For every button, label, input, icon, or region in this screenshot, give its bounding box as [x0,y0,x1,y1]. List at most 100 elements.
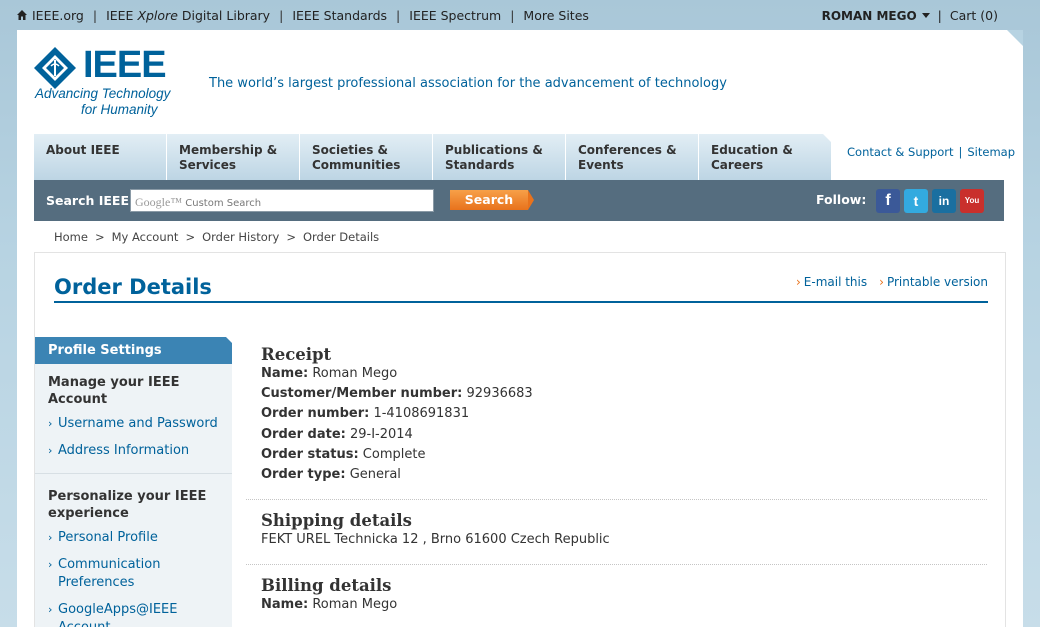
nav-tab-conferences[interactable]: Conferences & Events [566,134,698,180]
breadcrumb-current: Order Details [302,230,380,244]
sidebar-item-label[interactable]: Username and Password [58,416,218,431]
cart-link[interactable]: Cart (0) [950,8,998,23]
search-button[interactable]: Search [450,190,528,210]
sidebar-heading-label: Profile Settings [48,343,162,358]
breadcrumb-order-history[interactable]: Order History [202,230,279,244]
facebook-icon[interactable]: f [876,189,900,213]
field-value: General [349,467,401,483]
sidebar-item-label[interactable]: Address Information [58,443,189,458]
separator: | [279,8,284,23]
search-placeholder: Custom Search [185,198,262,209]
billing-row-name: Name: Roman Mego [261,595,987,615]
top-link-xplore[interactable]: IEEE Xplore Digital Library [106,8,270,23]
top-link-spectrum[interactable]: IEEE Spectrum [409,8,501,23]
tab-corner [823,134,831,142]
nav-tab-education[interactable]: Education & Careers [699,134,831,180]
field-value: Roman Mego [312,597,398,613]
top-link-more-sites[interactable]: More Sites [523,8,588,23]
sidebar-item-googleapps[interactable]: › GoogleApps@IEEE Account [35,601,232,627]
field-value: 92936683 [466,386,533,402]
search-button-arrow [528,190,534,210]
receipt-row-order-type: Order type: General [261,465,987,485]
separator: | [958,145,963,159]
sidebar-divider [35,473,232,474]
receipt-row-name: Name: Roman Mego [261,364,987,384]
separator: | [396,8,401,23]
nav-tab-label: Communities [312,158,401,172]
field-label: Order number: [261,406,370,422]
sitemap-link[interactable]: Sitemap [967,145,1015,159]
nav-tab-label: Events [578,158,624,172]
sidebar-item-address[interactable]: › Address Information [35,442,232,460]
breadcrumb-my-account[interactable]: My Account [112,230,179,244]
top-link-standards[interactable]: IEEE Standards [292,8,387,23]
youtube-icon[interactable]: You Tube [960,189,984,229]
shipping-heading: Shipping details [261,511,412,531]
sidebar-item-username-password[interactable]: › Username and Password [35,415,232,433]
user-name[interactable]: ROMAN MEGO [822,9,917,23]
xplore-word[interactable]: Xplore [137,8,177,23]
twitter-icon[interactable]: t [904,189,928,213]
top-link-xplore-label[interactable]: IEEE Xplore Digital Library [106,8,270,23]
caret-down-icon[interactable] [921,12,930,18]
content-panel: Order Details › E-mail this › Printable ver… [34,252,1006,627]
search-input[interactable]: Google™ Custom Search [130,189,434,212]
sidebar-item-label[interactable]: Personal Profile [58,530,158,545]
breadcrumb-separator: > [185,230,196,244]
sidebar-item-communication[interactable]: › Communication Preferences [35,556,232,592]
field-label: Order type: [261,467,346,483]
sidebar-section-title: Manage your IEEE Account [48,375,180,407]
chevron-right-icon: › [48,558,53,571]
sidebar-item-personal-profile[interactable]: › Personal Profile [35,529,232,547]
linkedin-icon[interactable]: in [932,189,956,213]
nav-tab-label: Publications & [445,143,543,157]
search-label: Search IEEE [46,193,130,208]
section-divider [246,499,987,501]
chevron-right-icon: › [795,275,801,289]
home-icon[interactable] [16,9,28,21]
page-title: Order Details [54,275,212,299]
nav-tab-label: Education & [711,143,793,157]
nav-tab-label: Membership & [179,143,278,157]
google-logo: Google™ [135,195,183,209]
nav-tab-membership[interactable]: Membership & Services [167,134,299,180]
field-label: Order status: [261,446,359,462]
breadcrumb-home[interactable]: Home [54,230,88,244]
nav-tab-publications[interactable]: Publications & Standards [433,134,565,180]
section-divider [246,564,987,566]
sidebar-item-label[interactable]: Communication Preferences [58,557,160,590]
printable-version-link[interactable]: Printable version [887,275,988,289]
field-value: Roman Mego [312,366,398,381]
sidebar-item-label[interactable]: GoogleApps@IEEE Account [58,602,178,627]
chevron-right-icon: › [48,444,53,457]
utility-links: Contact & Support | Sitemap [847,145,1015,159]
field-value: Complete [362,446,426,462]
title-divider [54,301,988,303]
top-link-ieee-org[interactable]: IEEE.org [32,8,84,23]
ieee-logo[interactable]: IEEE Advancing Technology for Humanity [33,44,173,122]
main-nav: About IEEE Membership & Services Societie… [34,134,832,180]
receipt-heading: Receipt [261,345,332,364]
nav-tab-label: Careers [711,158,764,172]
field-value: 29-I-2014 [349,426,413,442]
nav-tab-label: Societies & [312,143,389,157]
nav-tab-label: Standards [445,158,515,172]
email-this-link[interactable]: E-mail this [804,275,867,289]
nav-tab-societies[interactable]: Societies & Communities [300,134,432,180]
nav-tab-about[interactable]: About IEEE [34,134,166,180]
top-links: IEEE.org | IEEE Xplore Digital Library |… [16,8,589,23]
page-corner [1007,30,1023,46]
user-menu[interactable]: ROMAN MEGO [822,9,930,23]
field-value: 1-4108691831 [373,406,470,422]
follow-label: Follow: [816,192,867,207]
account-area: ROMAN MEGO | Cart (0) [822,8,998,23]
field-label: Order date: [261,426,346,442]
separator: | [510,8,515,23]
receipt-row-order-status: Order status: Complete [261,445,987,465]
separator: | [92,8,98,23]
contact-support-link[interactable]: Contact & Support [847,145,953,159]
site-tagline: The world’s largest professional associa… [209,76,727,91]
